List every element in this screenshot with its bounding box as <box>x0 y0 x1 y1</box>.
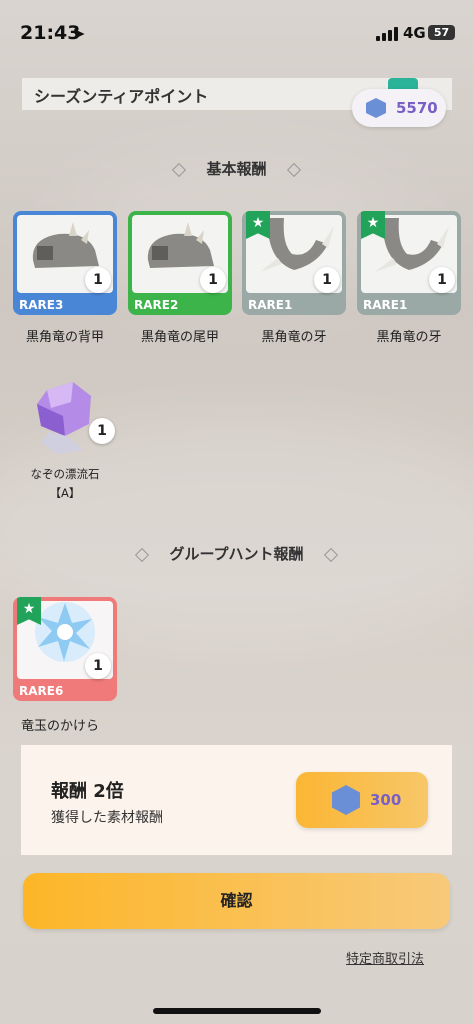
paw-gem-icon <box>332 785 360 815</box>
status-bar: 21:43 ➤ 4G 57 <box>0 0 473 62</box>
quantity-badge: 1 <box>314 267 340 293</box>
reward-item[interactable]: RARE6 ★ 1 竜玉のかけら <box>13 597 117 734</box>
item-card: RARE1 ★ 1 <box>357 211 461 315</box>
item-name: 黒角竜の尾甲 <box>140 330 219 345</box>
diamond-icon <box>172 162 187 177</box>
reward-item[interactable]: RARE2 1 黒角竜の尾甲 <box>128 211 232 346</box>
double-reward-button[interactable]: 300 <box>296 772 428 828</box>
item-name: 竜玉のかけら <box>21 719 100 734</box>
basic-rewards-heading: 基本報酬 <box>0 158 473 179</box>
double-reward-subtitle: 獲得した素材報酬 <box>51 810 163 826</box>
points-value: 5570 <box>396 99 438 117</box>
home-indicator[interactable] <box>153 1008 321 1014</box>
rarity-label: RARE1 <box>363 298 408 312</box>
reward-item[interactable]: 1 なぞの漂流石 【A】 <box>13 378 117 502</box>
item-name: 黒角竜の背甲 <box>25 330 104 345</box>
season-tier-label: シーズンティアポイント <box>34 87 209 106</box>
points-badge: 5570 <box>352 89 446 127</box>
network-label: 4G <box>403 24 426 42</box>
item-card: RARE1 ★ 1 <box>242 211 346 315</box>
location-arrow-icon: ➤ <box>72 24 86 43</box>
rarity-label: RARE2 <box>134 298 179 312</box>
rarity-label: RARE3 <box>19 298 64 312</box>
signal-icon <box>376 27 398 41</box>
rarity-label: RARE1 <box>248 298 293 312</box>
battery-icon: 57 <box>428 25 455 40</box>
group-hunt-title: グループハント報酬 <box>169 545 304 563</box>
quantity-badge: 1 <box>89 418 115 444</box>
confirm-button[interactable]: 確認 <box>23 873 450 929</box>
double-reward-cost: 300 <box>370 791 402 809</box>
legal-link[interactable]: 特定商取引法 <box>346 948 424 967</box>
item-card: RARE6 ★ 1 <box>13 597 117 701</box>
diamond-icon <box>323 547 338 562</box>
double-reward-panel: 報酬 2倍 獲得した素材報酬 300 <box>21 745 452 855</box>
item-name: なぞの漂流石 <box>30 467 100 481</box>
item-name-variant: 【A】 <box>49 486 81 500</box>
item-name: 黒角竜の牙 <box>376 330 442 345</box>
basic-rewards-title: 基本報酬 <box>206 160 267 178</box>
group-hunt-heading: グループハント報酬 <box>0 543 473 564</box>
quantity-badge: 1 <box>85 267 111 293</box>
drift-stone-icon <box>37 382 91 454</box>
quantity-badge: 1 <box>429 267 455 293</box>
item-card: 1 <box>13 378 117 462</box>
double-reward-title: 報酬 2倍 <box>51 781 124 802</box>
reward-item[interactable]: RARE1 ★ 1 黒角竜の牙 <box>357 211 461 346</box>
rarity-label: RARE6 <box>19 684 64 698</box>
diamond-icon <box>286 162 301 177</box>
quantity-badge: 1 <box>200 267 226 293</box>
quantity-badge: 1 <box>85 653 111 679</box>
reward-item[interactable]: RARE3 1 黒角竜の背甲 <box>13 211 117 346</box>
item-card: RARE3 1 <box>13 211 117 315</box>
paw-gem-icon <box>366 98 386 118</box>
diamond-icon <box>135 547 150 562</box>
item-card: RARE2 1 <box>128 211 232 315</box>
reward-item[interactable]: RARE1 ★ 1 黒角竜の牙 <box>242 211 346 346</box>
item-name: 黒角竜の牙 <box>261 330 327 345</box>
